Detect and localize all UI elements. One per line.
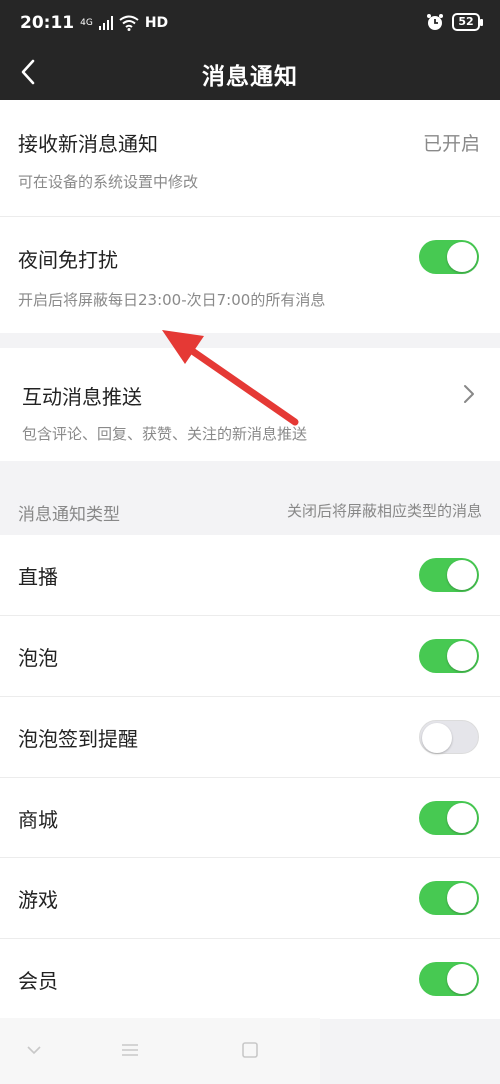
toggle-knob (447, 883, 477, 913)
dnd-subtitle: 开启后将屏蔽每日23:00-次日7:00的所有消息 (18, 291, 326, 309)
status-time: 20:11 (20, 13, 75, 33)
bubble-checkin-toggle[interactable] (419, 720, 479, 754)
type-label: 会员 (18, 969, 58, 993)
member-toggle[interactable] (419, 962, 479, 996)
type-row-live: 直播 (0, 535, 500, 615)
system-nav-bar (0, 1018, 320, 1084)
toggle-knob (447, 964, 477, 994)
interactive-push-row[interactable]: 互动消息推送 包含评论、回复、获赞、关注的新消息推送 (0, 348, 500, 461)
types-header-title: 消息通知类型 (18, 505, 120, 525)
signal-icon (98, 16, 113, 30)
wifi-icon (119, 15, 139, 31)
game-toggle[interactable] (419, 881, 479, 915)
status-left: 20:11 4G HD (20, 13, 168, 33)
toggle-knob (447, 641, 477, 671)
chevron-down-icon[interactable] (24, 1040, 44, 1060)
toggle-knob (447, 242, 477, 272)
menu-icon[interactable] (120, 1040, 140, 1060)
page-title: 消息通知 (202, 64, 298, 90)
toggle-knob (422, 723, 452, 753)
receive-notification-row[interactable]: 接收新消息通知 已开启 可在设备的系统设置中修改 (0, 100, 500, 216)
type-label: 游戏 (18, 888, 58, 912)
types-header-hint: 关闭后将屏蔽相应类型的消息 (286, 502, 482, 520)
notification-section: 接收新消息通知 已开启 可在设备的系统设置中修改 夜间免打扰 开启后将屏蔽每日2… (0, 100, 500, 333)
chevron-right-icon (464, 385, 474, 403)
receive-notification-title: 接收新消息通知 (18, 132, 158, 156)
type-row-game: 游戏 (0, 858, 500, 938)
receive-notification-status: 已开启 (422, 133, 480, 155)
type-label: 泡泡签到提醒 (18, 727, 138, 751)
types-section-header: 消息通知类型 关闭后将屏蔽相应类型的消息 (0, 490, 500, 534)
status-right: 52 (426, 13, 483, 31)
toggle-knob (447, 803, 477, 833)
receive-notification-subtitle: 可在设备的系统设置中修改 (18, 173, 199, 191)
dnd-row: 夜间免打扰 开启后将屏蔽每日23:00-次日7:00的所有消息 (0, 217, 500, 333)
battery-icon: 52 (452, 13, 483, 31)
interactive-push-title: 互动消息推送 (22, 385, 142, 409)
status-bar: 20:11 4G HD 52 (0, 0, 500, 46)
bubble-toggle[interactable] (419, 639, 479, 673)
interactive-push-subtitle: 包含评论、回复、获赞、关注的新消息推送 (22, 425, 308, 443)
toggle-knob (447, 560, 477, 590)
type-label: 商城 (18, 808, 58, 832)
network-type: 4G (80, 17, 93, 28)
mall-toggle[interactable] (419, 801, 479, 835)
home-square-icon[interactable] (240, 1040, 260, 1060)
dnd-toggle[interactable] (419, 240, 479, 274)
hd-indicator: HD (144, 15, 169, 31)
alarm-icon (427, 14, 443, 30)
type-row-bubble: 泡泡 (0, 616, 500, 696)
type-row-member: 会员 (0, 939, 500, 1019)
type-row-mall: 商城 (0, 778, 500, 858)
type-label: 直播 (18, 565, 58, 589)
dnd-title: 夜间免打扰 (18, 248, 118, 272)
type-row-bubble-checkin: 泡泡签到提醒 (0, 697, 500, 777)
nav-header: 消息通知 (0, 46, 500, 100)
type-label: 泡泡 (18, 646, 58, 670)
live-toggle[interactable] (419, 558, 479, 592)
